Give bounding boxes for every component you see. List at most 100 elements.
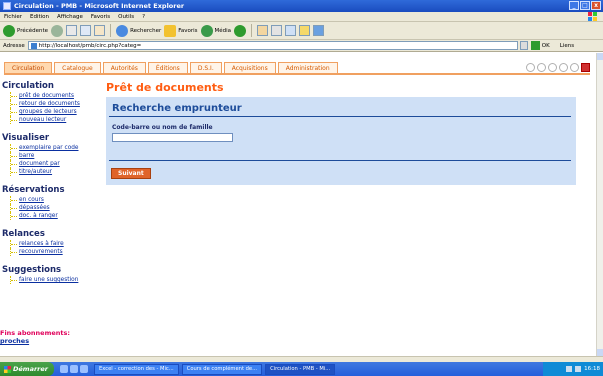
tab-catalogue[interactable]: Catalogue bbox=[54, 62, 101, 73]
quick-launch-ie-icon[interactable] bbox=[60, 365, 68, 373]
borrower-search-panel: Recherche emprunteur Code-barre ou nom d… bbox=[106, 97, 576, 185]
tab-administration[interactable]: Administration bbox=[277, 62, 338, 73]
window-titlebar: Circulation - PMB - Microsoft Internet E… bbox=[0, 0, 603, 12]
tab-autorites[interactable]: Autorités bbox=[102, 62, 146, 73]
windows-flag-icon bbox=[4, 365, 11, 373]
address-label: Adresse bbox=[3, 42, 25, 49]
sidebar-item-depassees[interactable]: dépassées bbox=[10, 204, 100, 212]
stop-icon[interactable] bbox=[66, 25, 78, 36]
opac-icon[interactable] bbox=[559, 63, 568, 72]
logout-icon[interactable] bbox=[581, 63, 590, 72]
maximize-button[interactable]: □ bbox=[580, 1, 590, 10]
sidebar-section-circulation: Circulation prêt de documents retour de … bbox=[0, 81, 100, 124]
quick-launch-media-icon[interactable] bbox=[80, 365, 88, 373]
sidebar-heading-reservations: Réservations bbox=[2, 185, 65, 195]
clock: 16:18 bbox=[584, 366, 600, 372]
edit-icon[interactable] bbox=[285, 25, 297, 36]
menu-favorites[interactable]: Favoris bbox=[91, 14, 110, 20]
sidebar-item-document[interactable]: document par bbox=[10, 160, 100, 168]
quick-launch-desktop-icon[interactable] bbox=[70, 365, 78, 373]
sidebar-item-en-cours[interactable]: en cours bbox=[10, 196, 100, 204]
go-button[interactable]: OK bbox=[530, 41, 550, 50]
sidebar-menu: Circulation prêt de documents retour de … bbox=[0, 81, 100, 293]
scroll-up-icon[interactable] bbox=[597, 53, 603, 60]
menu-tools[interactable]: Outils bbox=[118, 14, 134, 20]
tab-circulation[interactable]: Circulation bbox=[4, 62, 53, 73]
search-button[interactable]: Rechercher bbox=[116, 24, 161, 37]
tab-editions[interactable]: Éditions bbox=[147, 62, 188, 73]
tray-network-icon[interactable] bbox=[566, 366, 573, 372]
messenger-icon[interactable] bbox=[313, 25, 325, 36]
fins-abonnements-proches-link[interactable]: proches bbox=[0, 337, 29, 345]
sidebar-heading-visualiser: Visualiser bbox=[2, 133, 50, 143]
sidebar-item-suggestion[interactable]: faire une suggestion bbox=[10, 276, 100, 284]
quick-launch bbox=[60, 365, 88, 373]
address-bar: Adresse http://localhost/pmb/circ.php?ca… bbox=[0, 40, 603, 52]
task-cours[interactable]: Cours de complément de... bbox=[181, 363, 263, 375]
sidebar-section-relances: Relances relances à faire recouvrements bbox=[0, 229, 100, 256]
media-label: Média bbox=[214, 27, 232, 34]
preferences-icon[interactable] bbox=[548, 63, 557, 72]
mail-icon[interactable] bbox=[257, 25, 269, 36]
sidebar-item-exemplaire[interactable]: exemplaire par code bbox=[10, 144, 100, 152]
back-arrow-icon bbox=[3, 24, 15, 37]
vertical-scrollbar[interactable] bbox=[596, 53, 603, 356]
sidebar-item-nouveau-lecteur[interactable]: nouveau lecteur bbox=[10, 116, 100, 124]
tray-volume-icon[interactable] bbox=[575, 366, 582, 372]
tab-dsi[interactable]: D.S.I. bbox=[189, 62, 222, 73]
scroll-down-icon[interactable] bbox=[597, 349, 603, 356]
window-controls: _ □ x bbox=[569, 1, 601, 10]
sidebar-item-exemplaire-barre[interactable]: barre bbox=[10, 152, 100, 160]
favorites-button[interactable]: Favoris bbox=[164, 24, 198, 37]
links-button[interactable]: Liens bbox=[560, 43, 574, 49]
save-icon[interactable] bbox=[570, 63, 579, 72]
page-title: Prêt de documents bbox=[106, 81, 224, 94]
menu-help[interactable]: ? bbox=[142, 14, 145, 20]
sidebar-heading-relances: Relances bbox=[2, 229, 45, 239]
sidebar-heading-suggestions: Suggestions bbox=[2, 265, 62, 275]
sidebar-section-visualiser: Visualiser exemplaire par code barre doc… bbox=[0, 133, 100, 176]
address-dropdown-icon[interactable] bbox=[519, 41, 528, 50]
go-arrow-icon bbox=[530, 41, 540, 50]
fins-abonnements: Fins abonnements: proches bbox=[0, 329, 100, 345]
sidebar-item-retour[interactable]: retour de documents bbox=[10, 100, 100, 108]
menu-view[interactable]: Affichage bbox=[57, 14, 83, 20]
ie-icon bbox=[3, 2, 11, 10]
tab-acquisitions[interactable]: Acquisitions bbox=[223, 62, 276, 73]
page-content: Circulation Catalogue Autorités Éditions… bbox=[0, 53, 596, 356]
history-icon[interactable] bbox=[234, 24, 247, 37]
media-button[interactable]: Média bbox=[200, 24, 232, 37]
task-excel[interactable]: Excel - correction des - Mic... bbox=[94, 363, 179, 375]
back-button[interactable]: Précédente bbox=[3, 24, 48, 37]
start-button[interactable]: Démarrer bbox=[0, 362, 54, 376]
print-icon[interactable] bbox=[271, 25, 283, 36]
menu-edit[interactable]: Edition bbox=[30, 14, 49, 20]
sidebar-item-recouvrements[interactable]: recouvrements bbox=[10, 248, 100, 256]
toolbar-separator bbox=[251, 24, 253, 37]
folder-icon[interactable] bbox=[299, 25, 311, 36]
next-button[interactable]: Suivant bbox=[111, 168, 151, 179]
help-icon[interactable] bbox=[526, 63, 535, 72]
home-icon[interactable] bbox=[94, 25, 106, 36]
close-button[interactable]: x bbox=[591, 1, 601, 10]
info-icon[interactable] bbox=[537, 63, 546, 72]
address-input[interactable]: http://localhost/pmb/circ.php?categ= bbox=[27, 41, 518, 50]
divider bbox=[109, 160, 571, 161]
sidebar-item-doc-a-ranger[interactable]: doc. à ranger bbox=[10, 212, 100, 220]
sidebar-item-pret[interactable]: prêt de documents bbox=[10, 92, 100, 100]
header-icons bbox=[526, 63, 590, 72]
barcode-input[interactable] bbox=[112, 133, 233, 142]
search-icon bbox=[116, 24, 129, 37]
minimize-button[interactable]: _ bbox=[569, 1, 579, 10]
sidebar-item-titre-auteur[interactable]: titre/auteur bbox=[10, 168, 100, 176]
menu-bar: Fichier Edition Affichage Favoris Outils… bbox=[0, 12, 603, 22]
menu-file[interactable]: Fichier bbox=[4, 14, 22, 20]
sidebar-section-suggestions: Suggestions faire une suggestion bbox=[0, 265, 100, 284]
task-circulation[interactable]: Circulation - PMB - Mi... bbox=[265, 363, 336, 375]
toolbar-separator bbox=[110, 24, 112, 37]
system-tray: 16:18 bbox=[543, 362, 603, 376]
forward-button[interactable] bbox=[51, 24, 64, 37]
sidebar-item-groupes[interactable]: groupes de lecteurs bbox=[10, 108, 100, 116]
refresh-icon[interactable] bbox=[80, 25, 92, 36]
sidebar-item-relances[interactable]: relances à faire bbox=[10, 240, 100, 248]
